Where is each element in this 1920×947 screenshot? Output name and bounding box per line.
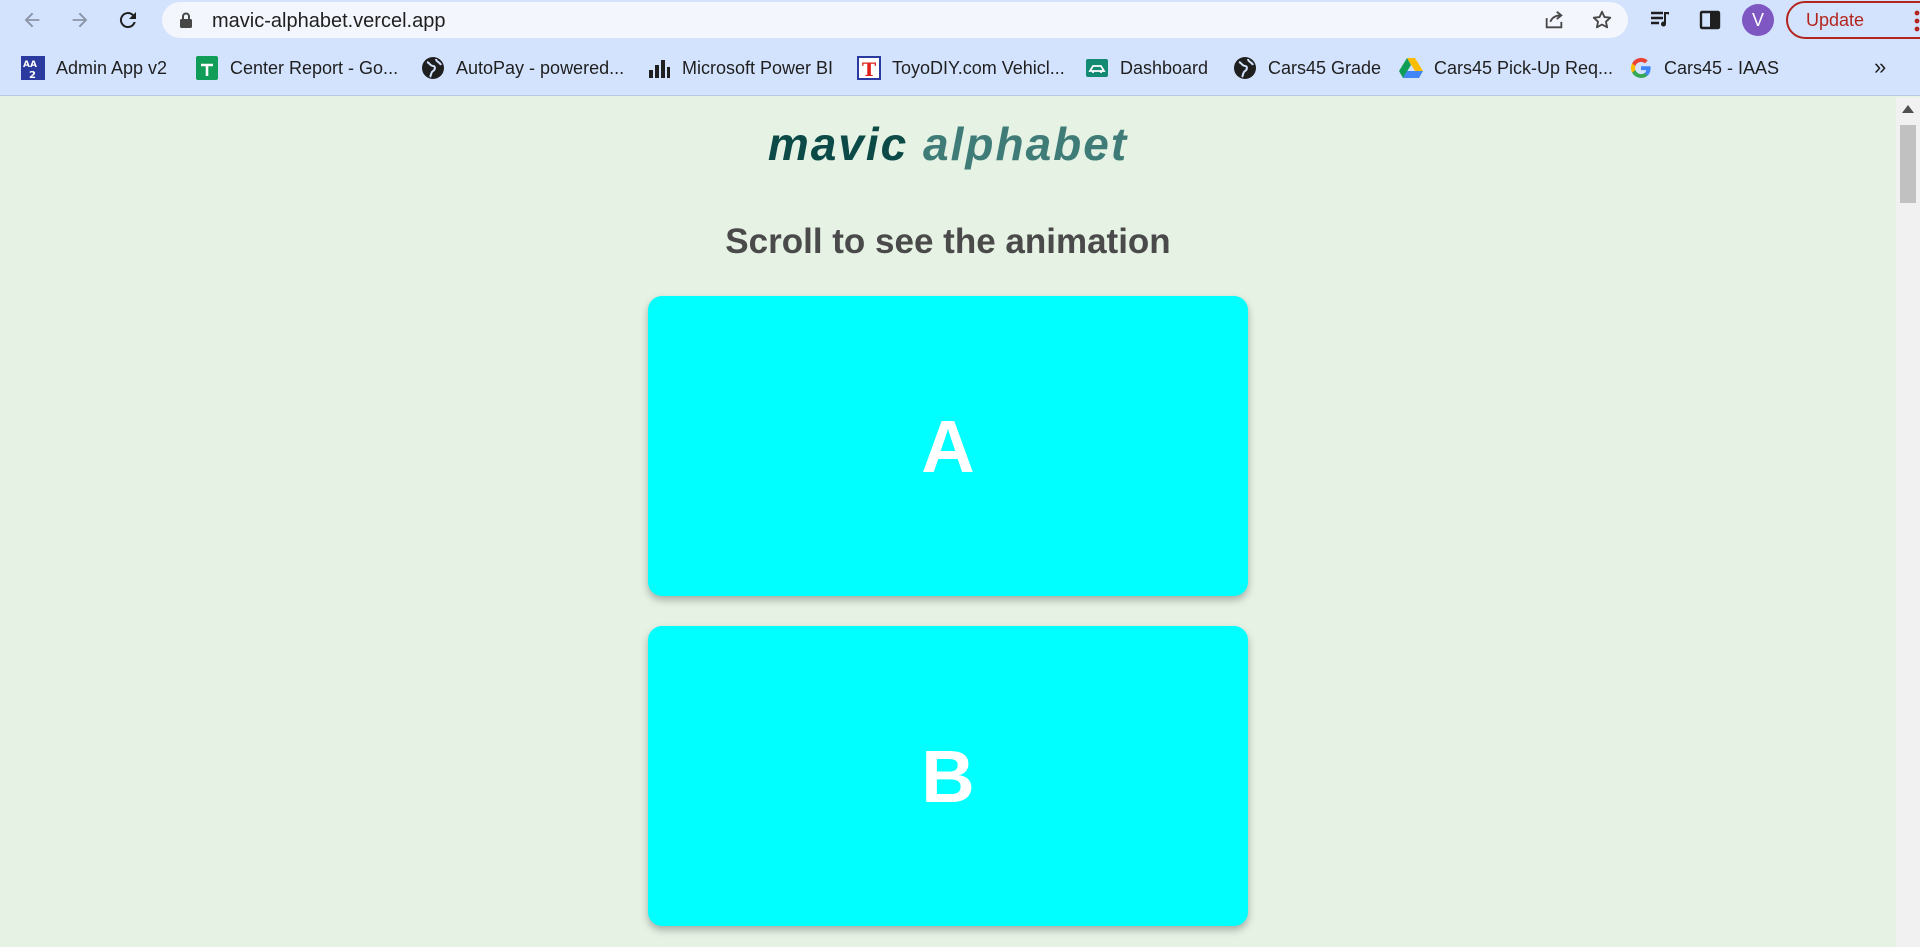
page-content: mavic alphabet Scroll to see the animati…	[0, 97, 1896, 947]
google-icon	[1628, 55, 1654, 81]
reload-button[interactable]	[110, 2, 146, 38]
bookmark-label: AutoPay - powered...	[456, 57, 625, 78]
bookmark-label: Cars45 - IAAS	[1664, 57, 1780, 78]
scroll-thumb[interactable]	[1900, 125, 1916, 203]
card-letter: A	[921, 404, 975, 488]
admin-app-icon: AA 2	[20, 55, 46, 81]
update-button-label: Update	[1806, 9, 1865, 30]
bookmark-label: Dashboard	[1120, 57, 1209, 78]
site-title-word-1: mavic	[767, 118, 909, 170]
update-button[interactable]: Update	[1786, 1, 1920, 39]
bookmarks-overflow-button[interactable]: »	[1874, 54, 1886, 80]
bookmark-label: Cars45 Grade	[1268, 57, 1382, 78]
vertical-scrollbar[interactable]	[1896, 97, 1920, 947]
site-title: mavic alphabet	[0, 117, 1896, 171]
arrow-right-icon	[72, 12, 88, 28]
browser-toolbar: mavic-alphabet.vercel.app V Update	[0, 0, 1920, 40]
bookmark-cars45-pickup[interactable]: Cars45 Pick-Up Req...	[1398, 54, 1613, 82]
lock-icon	[180, 12, 192, 28]
bookmark-label: Microsoft Power BI	[682, 57, 834, 78]
scroll-up-arrow-icon[interactable]	[1902, 105, 1914, 113]
bookmark-toyodiy[interactable]: T ToyoDIY.com Vehicl...	[856, 54, 1065, 82]
reload-icon	[119, 12, 136, 29]
bookmark-admin-app[interactable]: AA 2 Admin App v2	[20, 54, 167, 82]
bookmark-dashboard[interactable]: Dashboard	[1084, 54, 1208, 82]
bookmark-cars45-iaas[interactable]: Cars45 - IAAS	[1628, 54, 1779, 82]
bookmark-label: Cars45 Pick-Up Req...	[1434, 57, 1614, 78]
address-bar[interactable]: mavic-alphabet.vercel.app	[162, 2, 1628, 38]
bookmark-label: Admin App v2	[56, 57, 168, 78]
dashboard-icon	[1084, 55, 1110, 81]
site-title-word-2: alphabet	[923, 118, 1129, 170]
profile-avatar[interactable]: V	[1742, 4, 1774, 36]
kebab-menu-icon	[1914, 10, 1920, 32]
bookmark-label: ToyoDIY.com Vehicl...	[892, 57, 1065, 78]
sheets-icon	[194, 55, 220, 81]
bookmarks-bar: AA 2 Admin App v2 Center Report - Go... A…	[0, 40, 1920, 96]
media-control-icon[interactable]	[1646, 6, 1674, 34]
power-bi-icon	[646, 55, 672, 81]
globe-icon	[420, 55, 446, 81]
bookmark-center-report[interactable]: Center Report - Go...	[194, 54, 398, 82]
bookmark-cars45-grade[interactable]: Cars45 Grade	[1232, 54, 1381, 82]
toyodiy-icon: T	[856, 55, 882, 81]
forward-button[interactable]	[62, 2, 98, 38]
bookmark-autopay[interactable]: AutoPay - powered...	[420, 54, 624, 82]
google-drive-icon	[1398, 55, 1424, 81]
bookmark-power-bi[interactable]: Microsoft Power BI	[646, 54, 833, 82]
svg-text:AA: AA	[23, 60, 37, 70]
letter-card-a: A	[648, 296, 1248, 596]
url-text: mavic-alphabet.vercel.app	[212, 10, 446, 32]
letter-card-b: B	[648, 626, 1248, 926]
bookmark-label: Center Report - Go...	[230, 57, 399, 78]
svg-text:2: 2	[29, 70, 36, 80]
back-button[interactable]	[14, 2, 50, 38]
card-letter: B	[921, 734, 975, 818]
side-panel-icon[interactable]	[1696, 6, 1724, 34]
share-icon[interactable]	[1542, 8, 1566, 32]
page-subtitle: Scroll to see the animation	[725, 222, 1171, 261]
svg-text:T: T	[862, 59, 876, 80]
arrow-left-icon	[24, 12, 40, 28]
globe-icon	[1232, 55, 1258, 81]
bookmark-star-icon[interactable]	[1590, 8, 1614, 32]
